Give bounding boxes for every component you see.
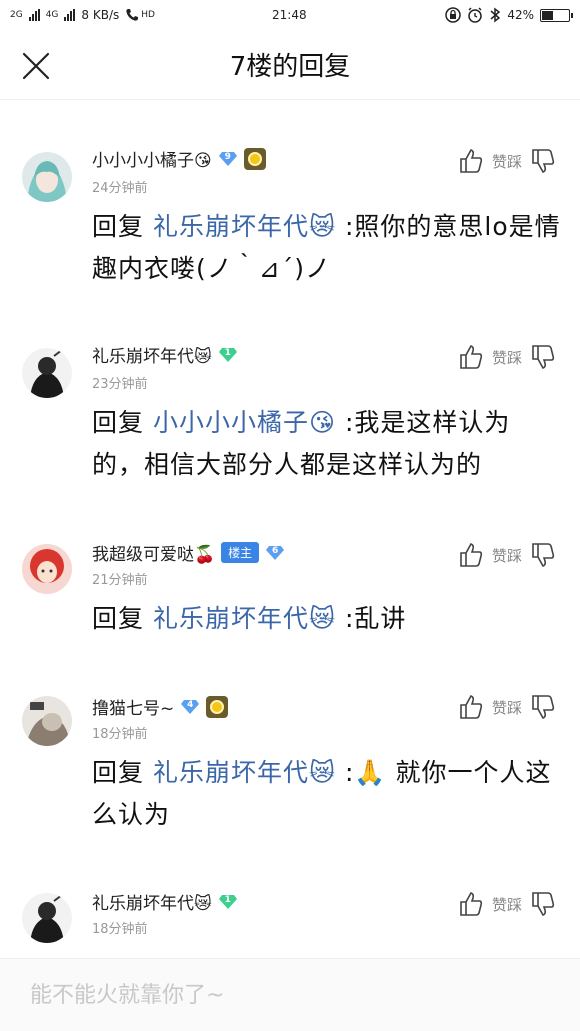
user-line: 我超级可爱哒🍒 楼主 6 xyxy=(92,540,285,565)
reply-prefix: 回复 xyxy=(92,212,145,241)
post-time: 23分钟前 xyxy=(92,377,148,392)
user-line: 撸猫七号~ 4 xyxy=(92,694,229,719)
medal-badge-icon xyxy=(206,695,229,718)
thumb-up-icon[interactable] xyxy=(458,694,484,720)
bluetooth-icon xyxy=(490,7,501,23)
vote-label: 赞踩 xyxy=(491,348,522,367)
avatar[interactable] xyxy=(22,348,72,398)
vote-group: 赞踩 xyxy=(458,694,556,720)
reply-prefix: 回复 xyxy=(92,408,145,437)
reply-input[interactable] xyxy=(30,982,550,1008)
thumb-up-icon[interactable] xyxy=(458,148,484,174)
level-gem-icon: 9 xyxy=(218,151,238,167)
thumb-down-icon[interactable] xyxy=(530,694,556,720)
post-time: 24分钟前 xyxy=(92,181,148,196)
vote-group: 赞踩 xyxy=(458,542,556,568)
status-left: 2G 4G 8 KB/s HD xyxy=(10,8,155,22)
medal-badge-icon xyxy=(243,147,266,170)
user-line: 小小小小橘子😘 9 xyxy=(92,146,266,171)
signal-icon-2 xyxy=(64,9,76,21)
battery-percent: 42% xyxy=(507,8,534,22)
owner-tag: 楼主 xyxy=(221,542,260,563)
level-gem-icon: 1 xyxy=(218,894,238,910)
vote-label: 赞踩 xyxy=(491,895,522,914)
vote-group: 赞踩 xyxy=(458,148,556,174)
thumb-up-icon[interactable] xyxy=(458,344,484,370)
close-icon[interactable] xyxy=(20,50,52,82)
net-speed: 8 KB/s xyxy=(81,8,120,22)
post-time: 21分钟前 xyxy=(92,573,148,588)
mention-link[interactable]: 礼乐崩坏年代😿 xyxy=(153,212,336,241)
reply-content: 回复 小小小小橘子😘 :我是这样认为的，相信大部分人都是这样认为的 xyxy=(92,402,562,486)
level-gem-icon: 6 xyxy=(265,545,285,561)
avatar[interactable] xyxy=(22,544,72,594)
reply-content: 回复 礼乐崩坏年代😿 :照你的意思lo是情趣内衣喽(ノ｀⊿´)ノ xyxy=(92,206,562,290)
thumb-down-icon[interactable] xyxy=(530,542,556,568)
thumb-down-icon[interactable] xyxy=(530,891,556,917)
mention-link[interactable]: 礼乐崩坏年代😿 xyxy=(153,604,336,633)
page-title: 7楼的回复 xyxy=(229,52,351,82)
vote-group: 赞踩 xyxy=(458,344,556,370)
reply-list[interactable]: 小小小小橘子😘 9 24分钟前 赞踩 回复 礼乐崩坏年代😿 :照你的意思lo是情… xyxy=(0,100,580,958)
username[interactable]: 小小小小橘子😘 xyxy=(92,146,212,171)
vote-label: 赞踩 xyxy=(491,698,522,717)
network-label: 2G xyxy=(10,10,23,20)
reply-input-bar xyxy=(0,958,580,1031)
lock-rotation-icon xyxy=(445,7,462,23)
vote-label: 赞踩 xyxy=(491,546,522,565)
level-gem-icon: 4 xyxy=(180,699,200,715)
post-time: 18分钟前 xyxy=(92,922,148,937)
alarm-icon xyxy=(468,7,483,23)
vote-group: 赞踩 xyxy=(458,891,556,917)
thumb-down-icon[interactable] xyxy=(530,148,556,174)
mention-link[interactable]: 礼乐崩坏年代😿 xyxy=(153,758,336,787)
mention-link[interactable]: 小小小小橘子😘 xyxy=(153,408,336,437)
thumb-down-icon[interactable] xyxy=(530,344,556,370)
avatar[interactable] xyxy=(22,696,72,746)
vote-label: 赞踩 xyxy=(491,152,522,171)
reply-prefix: 回复 xyxy=(92,604,145,633)
hd-label: HD xyxy=(141,10,155,20)
username[interactable]: 撸猫七号~ xyxy=(92,694,174,719)
username[interactable]: 我超级可爱哒🍒 xyxy=(92,540,215,565)
thumb-up-icon[interactable] xyxy=(458,891,484,917)
username[interactable]: 礼乐崩坏年代😿 xyxy=(92,889,212,914)
avatar[interactable] xyxy=(22,152,72,202)
phone-icon xyxy=(126,9,139,21)
user-line: 礼乐崩坏年代😿 1 xyxy=(92,889,238,914)
signal-icon xyxy=(28,9,40,21)
level-gem-icon: 1 xyxy=(218,347,238,363)
status-bar: 2G 4G 8 KB/s HD 21:48 42% xyxy=(0,0,580,30)
reply-text: :乱讲 xyxy=(345,604,407,633)
post-time: 18分钟前 xyxy=(92,727,148,742)
username[interactable]: 礼乐崩坏年代😿 xyxy=(92,342,212,367)
status-right: 42% xyxy=(445,7,573,23)
battery-icon xyxy=(540,8,573,22)
network-label-2: 4G xyxy=(45,10,59,20)
user-line: 礼乐崩坏年代😿 1 xyxy=(92,342,238,367)
reply-content: 回复 礼乐崩坏年代😿 :乱讲 xyxy=(92,598,562,640)
avatar[interactable] xyxy=(22,893,72,943)
reply-content: 回复 礼乐崩坏年代😿 :🙏 就你一个人这么认为 xyxy=(92,752,562,836)
thumb-up-icon[interactable] xyxy=(458,542,484,568)
status-time: 21:48 xyxy=(272,8,307,22)
header: 7楼的回复 xyxy=(0,30,580,100)
reply-prefix: 回复 xyxy=(92,758,145,787)
